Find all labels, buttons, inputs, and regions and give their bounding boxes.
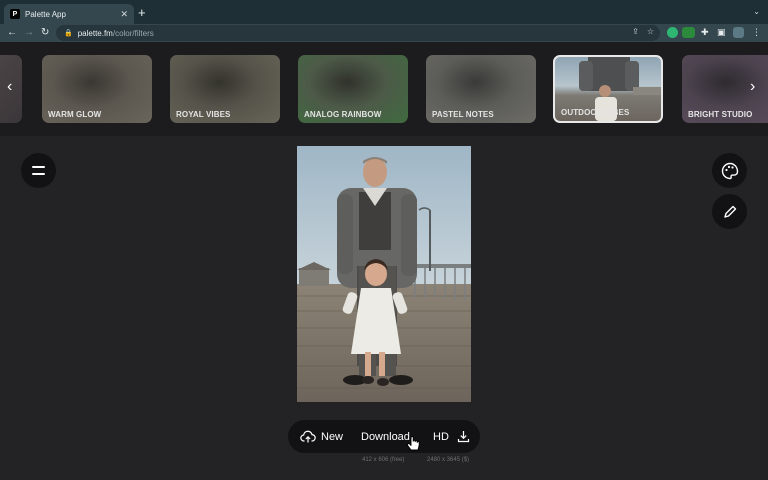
filter-analog-rainbow[interactable]: ANALOG RAINBOW bbox=[298, 55, 408, 123]
free-size-caption: 412 x 606 (free) bbox=[362, 457, 405, 463]
extensions-puzzle-icon[interactable]: ✚ bbox=[701, 27, 709, 38]
filters-next-chevron-icon[interactable]: › bbox=[750, 78, 755, 96]
filter-label: ANALOG RAINBOW bbox=[304, 110, 382, 119]
side-panel-icon[interactable]: ▣ bbox=[717, 27, 726, 38]
download-icon bbox=[457, 431, 469, 443]
action-bar: New Download HD bbox=[288, 420, 480, 453]
address-toolbar: ← → ↻ 🔒 palette.fm/color/filters ⇪ ☆ ✚ ▣… bbox=[0, 24, 768, 42]
filter-label: PASTEL NOTES bbox=[432, 110, 494, 119]
palette-favicon-icon: P bbox=[10, 9, 20, 19]
filter-strip: WARM GLOW ROYAL VIBES ANALOG RAINBOW PAS… bbox=[0, 42, 768, 136]
filter-label: OUTDOOR VIBES bbox=[561, 108, 630, 117]
cloud-upload-icon bbox=[300, 430, 316, 442]
browser-menu-icon[interactable]: ⋮ bbox=[752, 27, 761, 38]
download-hd-button[interactable]: HD bbox=[433, 420, 470, 453]
share-icon[interactable]: ⇪ bbox=[632, 27, 639, 36]
edit-button[interactable] bbox=[712, 194, 747, 229]
extension-badge-icon[interactable] bbox=[682, 27, 695, 38]
palette-button[interactable] bbox=[712, 153, 747, 188]
new-label: New bbox=[321, 430, 344, 443]
tab-search-chevron-icon[interactable]: ⌄ bbox=[753, 7, 760, 16]
palette-app-page: WARM GLOW ROYAL VIBES ANALOG RAINBOW PAS… bbox=[0, 42, 768, 480]
url-host: palette.fm bbox=[77, 28, 113, 38]
url-path: /color/filters bbox=[112, 28, 154, 38]
reload-icon[interactable]: ↻ bbox=[41, 26, 49, 40]
profile-avatar-icon[interactable] bbox=[733, 27, 744, 38]
hand-cursor-icon bbox=[407, 436, 420, 451]
browser-tab-bar: P Palette App ✕ + ⌄ bbox=[0, 0, 768, 24]
hamburger-icon-bar bbox=[32, 173, 45, 175]
extension-green-icon[interactable] bbox=[667, 27, 678, 38]
download-label: Download bbox=[361, 430, 410, 443]
filter-label: ROYAL VIBES bbox=[176, 110, 231, 119]
tab-title: Palette App bbox=[25, 9, 66, 19]
pencil-icon bbox=[723, 205, 736, 218]
colorized-photo bbox=[297, 146, 471, 402]
back-arrow-icon[interactable]: ← bbox=[7, 26, 17, 40]
tab-close-icon[interactable]: ✕ bbox=[120, 9, 128, 19]
browser-tab[interactable]: P Palette App ✕ bbox=[4, 4, 134, 24]
forward-arrow-icon[interactable]: → bbox=[24, 26, 34, 40]
hamburger-icon bbox=[32, 166, 45, 168]
filter-label: BRIGHT STUDIO bbox=[688, 110, 753, 119]
bookmark-star-icon[interactable]: ☆ bbox=[647, 27, 654, 36]
new-tab-button[interactable]: + bbox=[138, 6, 146, 20]
filter-royal-vibes[interactable]: ROYAL VIBES bbox=[170, 55, 280, 123]
menu-button[interactable] bbox=[21, 153, 56, 188]
filter-outdoor-vibes[interactable]: OUTDOOR VIBES bbox=[553, 55, 663, 123]
new-button[interactable]: New bbox=[300, 420, 343, 453]
photo-image bbox=[297, 146, 471, 402]
filter-pastel-notes[interactable]: PASTEL NOTES bbox=[426, 55, 536, 123]
filters-prev-chevron-icon[interactable]: ‹ bbox=[7, 78, 12, 96]
url-bar[interactable]: 🔒 palette.fm/color/filters ⇪ ☆ bbox=[56, 25, 660, 41]
hd-label: HD bbox=[433, 430, 449, 443]
filter-label: WARM GLOW bbox=[48, 110, 102, 119]
download-button[interactable]: Download bbox=[361, 420, 410, 453]
palette-icon bbox=[721, 162, 738, 179]
hd-size-caption: 2480 x 3645 ($) bbox=[427, 457, 470, 463]
filter-warm-glow[interactable]: WARM GLOW bbox=[42, 55, 152, 123]
lock-icon: 🔒 bbox=[64, 30, 73, 37]
